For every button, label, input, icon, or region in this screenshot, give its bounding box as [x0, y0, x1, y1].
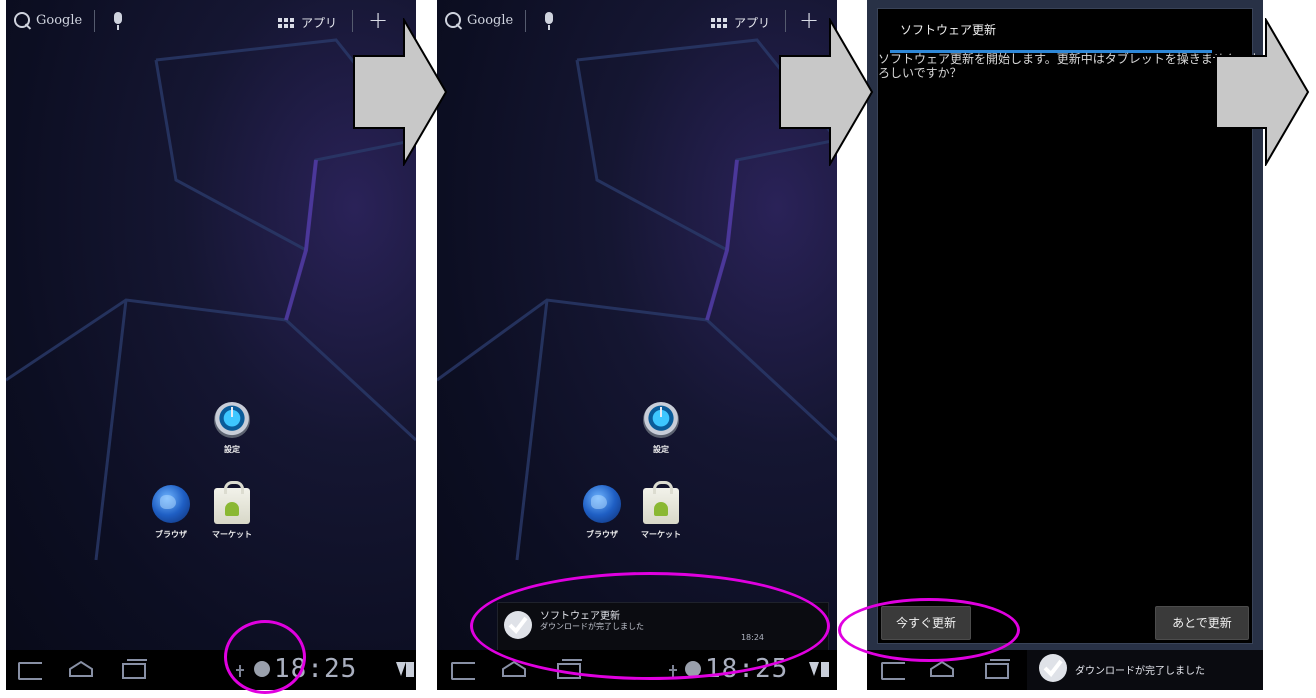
signal-icon [396, 662, 406, 676]
divider [94, 10, 95, 32]
check-icon [1039, 654, 1067, 682]
browser-icon[interactable] [583, 485, 621, 523]
divider [525, 10, 526, 32]
tray-text: ダウンロードが完了しました [1075, 666, 1205, 677]
icon-label: 設定 [224, 445, 240, 454]
icon-label: 設定 [653, 445, 669, 454]
step-arrow-2 [779, 18, 874, 166]
search-icon [14, 12, 30, 28]
google-search[interactable]: Google [14, 12, 82, 28]
apps-grid-icon [278, 17, 296, 28]
notification-tray[interactable]: ダウンロードが完了しました [1027, 650, 1263, 690]
browser-icon[interactable] [152, 485, 190, 523]
highlight-ring-status [224, 620, 306, 694]
back-icon[interactable] [18, 662, 42, 680]
step-arrow-3 [1215, 18, 1310, 166]
highlight-ring-update-now [838, 598, 1020, 662]
top-bar: Google アプリ + [437, 0, 837, 44]
mic-icon[interactable] [545, 12, 553, 30]
signal-icon [809, 662, 819, 676]
highlight-ring-notification [470, 572, 830, 680]
search-label: Google [36, 12, 83, 28]
apps-label: アプリ [301, 16, 338, 30]
search-label: Google [467, 12, 514, 28]
icon-label: マーケット [212, 530, 252, 539]
back-icon[interactable] [881, 662, 905, 680]
home-icon[interactable] [68, 660, 93, 677]
settings-icon[interactable] [214, 402, 250, 438]
apps-label: アプリ [734, 16, 771, 30]
apps-button[interactable]: アプリ [278, 14, 337, 31]
update-later-button[interactable]: あとで更新 [1155, 606, 1249, 640]
dialog-title: ソフトウェア更新 [900, 23, 997, 37]
icon-label: ブラウザ [155, 530, 187, 539]
home-icon[interactable] [929, 660, 954, 677]
settings-icon[interactable] [643, 402, 679, 438]
apps-grid-icon [711, 17, 729, 28]
mic-icon[interactable] [114, 12, 122, 30]
update-dialog: ソフトウェア更新 [877, 8, 1253, 644]
icon-label: マーケット [641, 530, 681, 539]
market-icon[interactable] [643, 481, 679, 524]
apps-button[interactable]: アプリ [711, 14, 770, 31]
back-icon[interactable] [451, 662, 475, 680]
dialog-message: ソフトウェア更新を開始します。更新中はタブレットを操きません。よろしいですか？ [878, 52, 1261, 80]
battery-icon [406, 662, 414, 677]
system-bar: 18:25 [6, 650, 416, 690]
google-search[interactable]: Google [445, 12, 513, 28]
recent-apps-icon[interactable] [985, 659, 1010, 679]
step-arrow-1 [353, 18, 448, 166]
market-icon[interactable] [214, 481, 250, 524]
recent-apps-icon[interactable] [122, 659, 147, 679]
battery-icon [821, 662, 829, 677]
update-dialog-screen: ソフトウェア更新 ソフトウェア更新を開始します。更新中はタブレットを操きません。… [867, 0, 1263, 690]
